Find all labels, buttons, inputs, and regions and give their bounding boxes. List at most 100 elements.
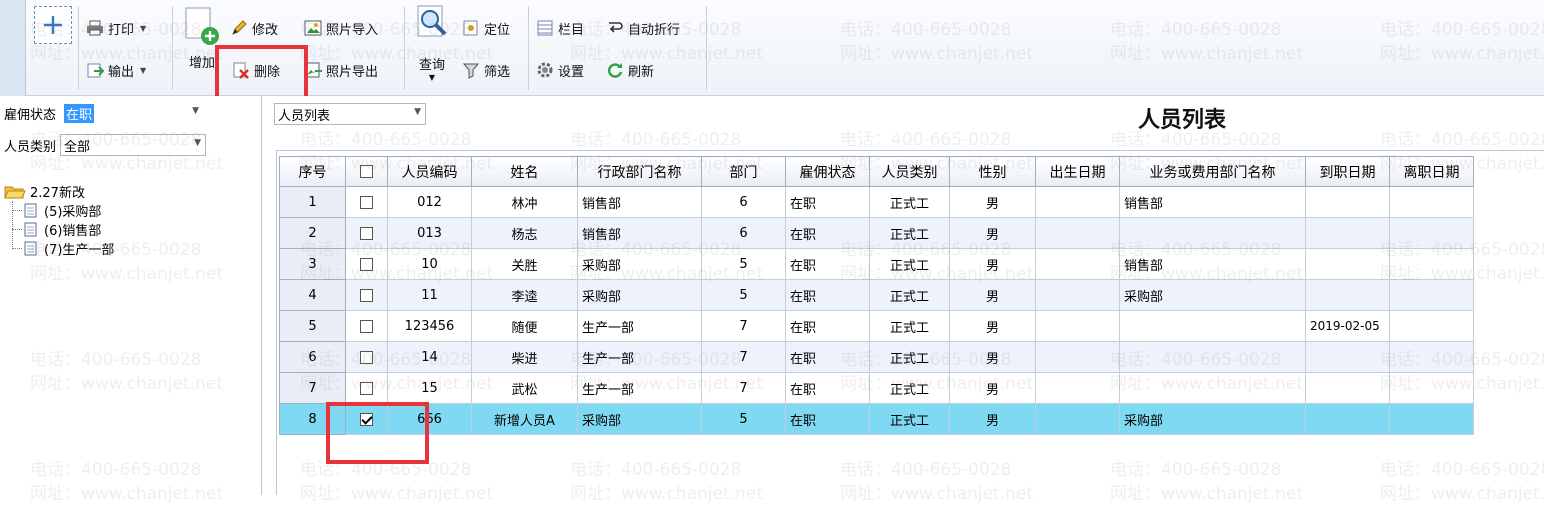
cell-biz-dept: 销售部 (1119, 248, 1306, 280)
cell-code: 11 (387, 279, 472, 311)
printer-icon (86, 19, 104, 37)
new-tab-button[interactable] (34, 6, 72, 44)
chevron-down-icon[interactable]: ▼ (414, 107, 421, 117)
refresh-icon (606, 61, 624, 79)
row-checkbox[interactable] (360, 412, 373, 426)
column-header[interactable]: 出生日期 (1035, 156, 1120, 187)
column-header[interactable]: 人员编码 (387, 156, 472, 187)
columns-button[interactable]: 栏目 (536, 16, 584, 40)
table-row[interactable]: 8 666 新增人员A 采购部 5 在职 正式工男采购部 (279, 403, 1474, 435)
cell-dept: 5 (701, 248, 786, 280)
photo-export-button[interactable]: 照片导出 (304, 58, 378, 82)
print-button[interactable]: 打印 ▼ (86, 16, 146, 40)
chevron-down-icon[interactable]: ▼ (140, 66, 146, 75)
chevron-down-icon[interactable]: ▼ (140, 24, 146, 33)
row-checkbox[interactable] (360, 350, 373, 364)
column-header[interactable]: 序号 (279, 156, 346, 187)
employment-status-value: 在职 (64, 103, 95, 123)
row-checkbox[interactable] (360, 288, 373, 302)
chevron-down-icon[interactable]: ▼ (192, 106, 199, 116)
column-header[interactable]: 到职日期 (1305, 156, 1390, 187)
row-select-cell[interactable] (345, 341, 388, 373)
table-row[interactable]: 3 10 关胜 采购部 5 在职 正式工男 销售部 (279, 248, 1474, 280)
cell-birth (1035, 403, 1120, 435)
photo-export-label: 照片导出 (326, 64, 379, 80)
column-header[interactable]: 人员类别 (869, 156, 950, 187)
view-select[interactable]: 人员列表 ▼ (274, 103, 426, 125)
refresh-button[interactable]: 刷新 (606, 58, 654, 82)
cell-dept: 7 (701, 310, 786, 342)
cell-dept: 7 (701, 372, 786, 404)
tree-root-label: 2.27新改 (30, 186, 85, 201)
row-select-cell[interactable] (345, 248, 388, 280)
locate-icon (462, 19, 480, 37)
cell-leave-date (1389, 217, 1474, 249)
settings-button[interactable]: 设置 (536, 58, 584, 82)
row-select-cell[interactable] (345, 372, 388, 404)
cell-status: 在职 (785, 186, 870, 218)
column-header[interactable]: 离职日期 (1389, 156, 1474, 187)
cell-hire-date (1305, 372, 1390, 404)
cell-name: 新增人员A (471, 403, 578, 435)
grid-header-row: 序号 人员编码 姓名 行政部门名称 部门 雇佣状态 人员类别 性别 出生日期 业务或费用部门名称到… (279, 156, 1474, 187)
cell-biz-dept (1119, 217, 1306, 249)
filter-label: 筛选 (484, 64, 511, 80)
cell-dept: 5 (701, 279, 786, 311)
magnifier-icon (417, 5, 447, 37)
column-header[interactable]: 行政部门名称 (577, 156, 702, 187)
cell-admin-dept: 采购部 (577, 248, 702, 280)
cell-name: 柴进 (471, 341, 578, 373)
row-checkbox[interactable] (360, 195, 373, 209)
column-header[interactable]: 业务或费用部门名称 (1119, 156, 1306, 187)
cell-hire-date (1305, 403, 1390, 435)
employment-status-select[interactable]: 在职 ▼ (60, 102, 205, 124)
chevron-down-icon[interactable]: ▼ (429, 73, 435, 82)
employment-status-filter: 雇佣状态 在职 ▼ (4, 102, 205, 124)
row-checkbox[interactable] (360, 319, 373, 333)
tree-item-production[interactable]: (7)生产一部 (6, 239, 114, 258)
delete-button[interactable]: 删除 (232, 58, 280, 82)
row-select-cell[interactable] (345, 310, 388, 342)
filter-button[interactable]: 筛选 (462, 58, 510, 82)
column-header[interactable]: 姓名 (471, 156, 578, 187)
row-select-cell[interactable] (345, 279, 388, 311)
row-checkbox[interactable] (360, 381, 373, 395)
cell-code: 14 (387, 341, 472, 373)
row-checkbox[interactable] (360, 226, 373, 240)
table-row[interactable]: 4 11 李逵 采购部 5 在职 正式工男采购部 (279, 279, 1474, 311)
row-select-cell[interactable] (345, 186, 388, 218)
tree-root[interactable]: 2.27新改 (4, 182, 114, 201)
select-all-header[interactable] (345, 156, 388, 187)
person-type-select[interactable]: 全部 ▼ (60, 134, 207, 156)
chevron-down-icon[interactable]: ▼ (194, 138, 201, 148)
tree-item-purchasing[interactable]: (5)采购部 (6, 201, 114, 220)
cell-hire-date (1305, 217, 1390, 249)
modify-button[interactable]: 修改 (230, 16, 278, 40)
column-header[interactable]: 雇佣状态 (785, 156, 870, 187)
column-header[interactable]: 部门 (701, 156, 786, 187)
select-all-checkbox[interactable] (360, 165, 373, 178)
table-row[interactable]: 7 15 武松 生产一部 7 在职 正式工男 (279, 372, 1474, 404)
row-checkbox[interactable] (360, 257, 373, 271)
tree-item-sales[interactable]: (6)销售部 (6, 220, 114, 239)
query-button[interactable]: 查询 ▼ (412, 4, 452, 82)
table-row[interactable]: 6 14 柴进 生产一部 7 在职 正式工男 (279, 341, 1474, 373)
photo-import-button[interactable]: 照片导入 (304, 16, 378, 40)
cell-birth (1035, 341, 1120, 373)
cell-biz-dept (1119, 310, 1306, 342)
plus-icon (44, 16, 62, 34)
column-header[interactable]: 性别 (949, 156, 1036, 187)
cell-no: 4 (279, 279, 346, 311)
cell-gender: 男 (949, 186, 1036, 218)
table-row[interactable]: 1 012 林冲 销售部 6 在职 正式工男销售部 (279, 186, 1474, 218)
row-select-cell[interactable] (345, 217, 388, 249)
toolbar-separator (172, 6, 173, 90)
employment-status-label: 雇佣状态 (4, 107, 57, 123)
add-button[interactable]: 增加 (182, 6, 222, 71)
table-row[interactable]: 2 013 杨志 销售部 6 在职 正式工男 (279, 217, 1474, 249)
row-select-cell[interactable] (345, 403, 388, 435)
export-button[interactable]: 输出 ▼ (86, 58, 146, 82)
table-row[interactable]: 5 123456 随便 生产一部 7 在职 正式工男 2019-02-05 (279, 310, 1474, 342)
locate-button[interactable]: 定位 (462, 16, 510, 40)
auto-wrap-button[interactable]: 自动折行 (606, 16, 680, 40)
